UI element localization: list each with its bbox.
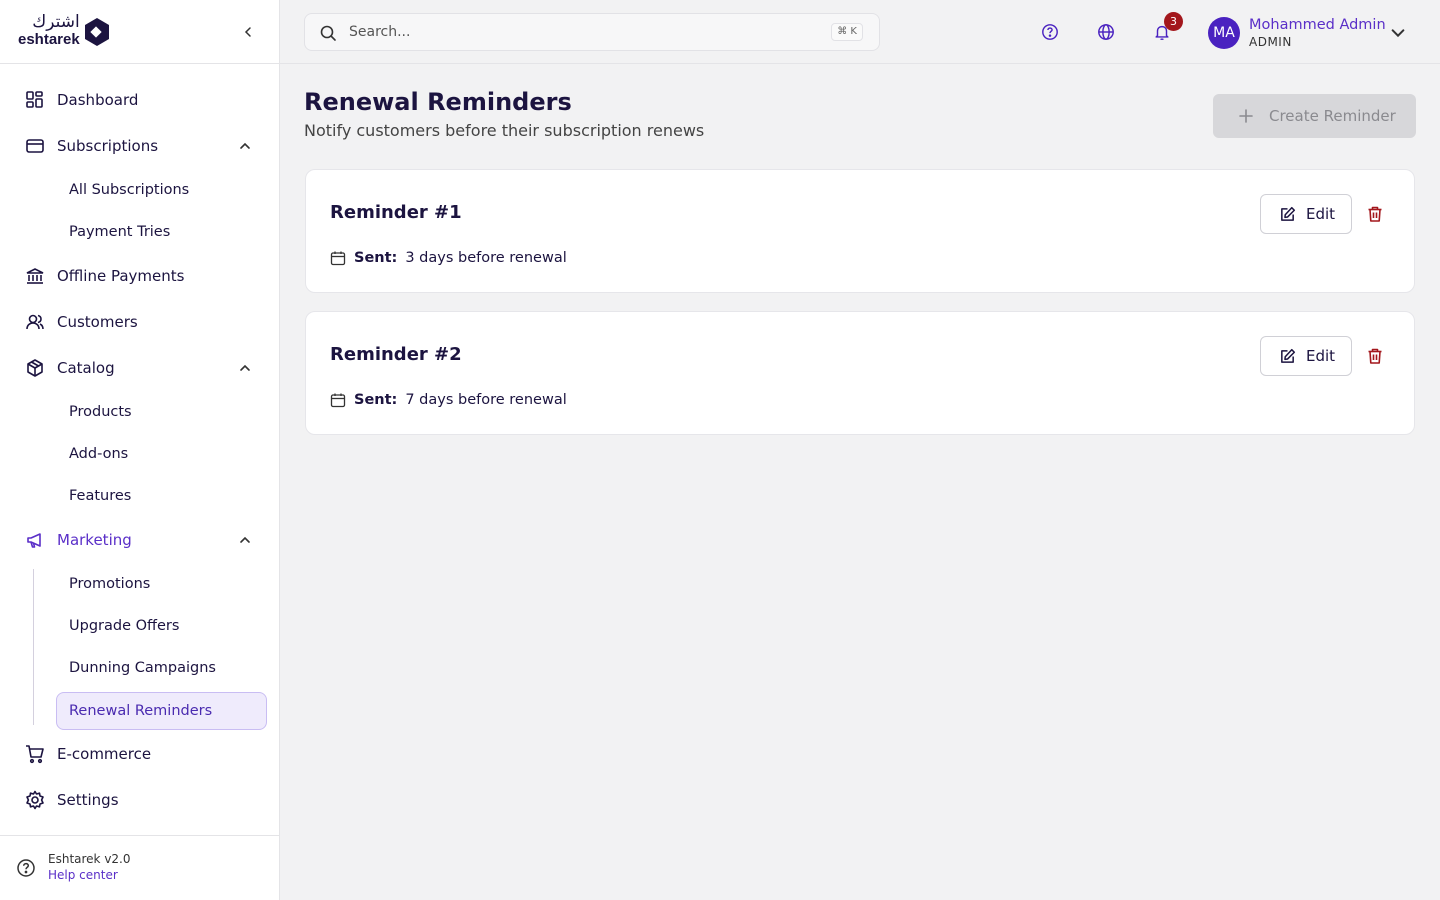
credit-card-icon bbox=[24, 136, 46, 156]
collapse-sidebar-button[interactable] bbox=[238, 22, 258, 42]
reminder-card: Reminder #2 Sent: 7 days before renewal … bbox=[305, 311, 1415, 435]
sidebar-item-label: All Subscriptions bbox=[69, 182, 190, 198]
calendar-icon bbox=[330, 251, 346, 266]
edit-label: Edit bbox=[1306, 205, 1336, 223]
sidebar-item-offline-payments[interactable]: Offline Payments bbox=[0, 256, 279, 296]
create-reminder-label: Create Reminder bbox=[1269, 107, 1396, 125]
sidebar-item-label: Dashboard bbox=[57, 91, 139, 109]
help-button[interactable] bbox=[1039, 21, 1061, 43]
reminder-card: Reminder #1 Sent: 3 days before renewal … bbox=[305, 169, 1415, 293]
sidebar-item-e-commerce[interactable]: E-commerce bbox=[0, 734, 279, 774]
edit-button[interactable]: Edit bbox=[1260, 336, 1352, 376]
user-name: Mohammed Admin bbox=[1249, 17, 1386, 34]
sidebar: اشترك eshtarek Dashboard Subscriptions A… bbox=[0, 0, 280, 900]
shopping-cart-icon bbox=[24, 744, 46, 764]
user-menu[interactable]: MA Mohammed Admin ADMIN bbox=[1208, 15, 1405, 51]
calendar-icon bbox=[330, 393, 346, 408]
search-input[interactable]: Search... ⌘ K bbox=[304, 13, 880, 51]
sidebar-item-features[interactable]: Features bbox=[56, 477, 267, 515]
sidebar-item-label: Upgrade Offers bbox=[69, 618, 180, 634]
reminder-sent-info: Sent: 3 days before renewal bbox=[330, 250, 567, 266]
sidebar-item-label: Add-ons bbox=[69, 446, 129, 462]
search-placeholder: Search... bbox=[349, 24, 411, 40]
chevron-up-icon bbox=[237, 532, 253, 548]
dashboard-icon bbox=[24, 90, 46, 110]
submenu-guide-line bbox=[33, 569, 34, 725]
sent-value: 3 days before renewal bbox=[405, 250, 567, 266]
sidebar-item-label: Subscriptions bbox=[57, 137, 159, 155]
language-button[interactable] bbox=[1095, 21, 1117, 43]
help-circle-icon bbox=[1042, 24, 1058, 40]
notification-count-badge: 3 bbox=[1164, 12, 1183, 31]
sidebar-footer: Eshtarek v2.0 Help center bbox=[0, 835, 279, 900]
chevron-down-icon bbox=[1391, 29, 1405, 38]
reminder-title: Reminder #1 bbox=[330, 202, 462, 223]
sidebar-item-add-ons[interactable]: Add-ons bbox=[56, 435, 267, 473]
sidebar-item-renewal-reminders[interactable]: Renewal Reminders bbox=[56, 692, 267, 730]
trash-icon[interactable] bbox=[1366, 205, 1384, 223]
bank-icon bbox=[24, 266, 46, 286]
sidebar-item-payment-tries[interactable]: Payment Tries bbox=[56, 213, 267, 251]
sidebar-item-subscriptions[interactable]: Subscriptions bbox=[0, 126, 279, 166]
logo-mark-icon bbox=[84, 17, 109, 46]
sidebar-item-label: Dunning Campaigns bbox=[69, 660, 216, 676]
sidebar-item-dunning-campaigns[interactable]: Dunning Campaigns bbox=[56, 649, 267, 687]
sidebar-item-promotions[interactable]: Promotions bbox=[56, 565, 267, 603]
plus-icon bbox=[1239, 109, 1253, 123]
user-role: ADMIN bbox=[1249, 34, 1292, 49]
sidebar-item-customers[interactable]: Customers bbox=[0, 302, 279, 342]
users-icon bbox=[24, 312, 46, 332]
page-subtitle: Notify customers before their subscripti… bbox=[304, 121, 705, 140]
sidebar-item-label: Offline Payments bbox=[57, 267, 185, 285]
sidebar-item-label: Marketing bbox=[57, 531, 132, 549]
page-title: Renewal Reminders bbox=[304, 88, 572, 116]
logo-arabic-text: اشترك bbox=[32, 12, 80, 32]
sidebar-item-label: Products bbox=[69, 404, 132, 420]
megaphone-icon bbox=[24, 530, 46, 550]
sidebar-item-label: Features bbox=[69, 488, 132, 504]
sidebar-item-label: Renewal Reminders bbox=[69, 703, 213, 719]
logo-area: اشترك eshtarek bbox=[0, 0, 279, 64]
edit-icon bbox=[1281, 348, 1296, 363]
sidebar-item-label: E-commerce bbox=[57, 745, 152, 763]
trash-icon[interactable] bbox=[1366, 347, 1384, 365]
eshtarek-logo[interactable]: اشترك eshtarek bbox=[18, 14, 110, 47]
sent-label: Sent: bbox=[354, 392, 398, 408]
chevron-left-icon bbox=[244, 27, 251, 37]
edit-icon bbox=[1281, 206, 1296, 221]
create-reminder-button[interactable]: Create Reminder bbox=[1213, 94, 1416, 138]
package-icon bbox=[24, 358, 46, 378]
sent-label: Sent: bbox=[354, 250, 398, 266]
avatar: MA bbox=[1208, 17, 1240, 49]
gear-icon bbox=[24, 790, 46, 810]
sent-value: 7 days before renewal bbox=[405, 392, 567, 408]
help-circle-icon bbox=[17, 859, 35, 877]
chevron-up-icon bbox=[237, 360, 253, 376]
sidebar-item-all-subscriptions[interactable]: All Subscriptions bbox=[56, 171, 267, 209]
sidebar-item-label: Customers bbox=[57, 313, 138, 331]
reminder-sent-info: Sent: 7 days before renewal bbox=[330, 392, 567, 408]
globe-icon bbox=[1098, 24, 1114, 40]
sidebar-item-label: Promotions bbox=[69, 576, 151, 592]
sidebar-item-label: Payment Tries bbox=[69, 224, 171, 240]
sidebar-item-settings[interactable]: Settings bbox=[0, 780, 279, 820]
sidebar-item-label: Settings bbox=[57, 791, 119, 809]
logo-text: eshtarek bbox=[18, 31, 80, 48]
sidebar-item-marketing[interactable]: Marketing bbox=[0, 520, 279, 560]
chevron-up-icon bbox=[237, 138, 253, 154]
search-shortcut-hint: ⌘ K bbox=[831, 23, 863, 41]
sidebar-item-dashboard[interactable]: Dashboard bbox=[0, 80, 279, 120]
top-bar: Search... ⌘ K 3 MA Mohammed Admin ADMIN bbox=[280, 0, 1440, 64]
help-center-link[interactable]: Help center bbox=[48, 868, 118, 882]
sidebar-item-catalog[interactable]: Catalog bbox=[0, 348, 279, 388]
edit-label: Edit bbox=[1306, 347, 1336, 365]
sidebar-item-label: Catalog bbox=[57, 359, 115, 377]
sidebar-item-upgrade-offers[interactable]: Upgrade Offers bbox=[56, 607, 267, 645]
sidebar-item-products[interactable]: Products bbox=[56, 393, 267, 431]
app-version: Eshtarek v2.0 bbox=[48, 852, 131, 866]
reminder-title: Reminder #2 bbox=[330, 344, 462, 365]
edit-button[interactable]: Edit bbox=[1260, 194, 1352, 234]
search-icon bbox=[320, 25, 336, 41]
